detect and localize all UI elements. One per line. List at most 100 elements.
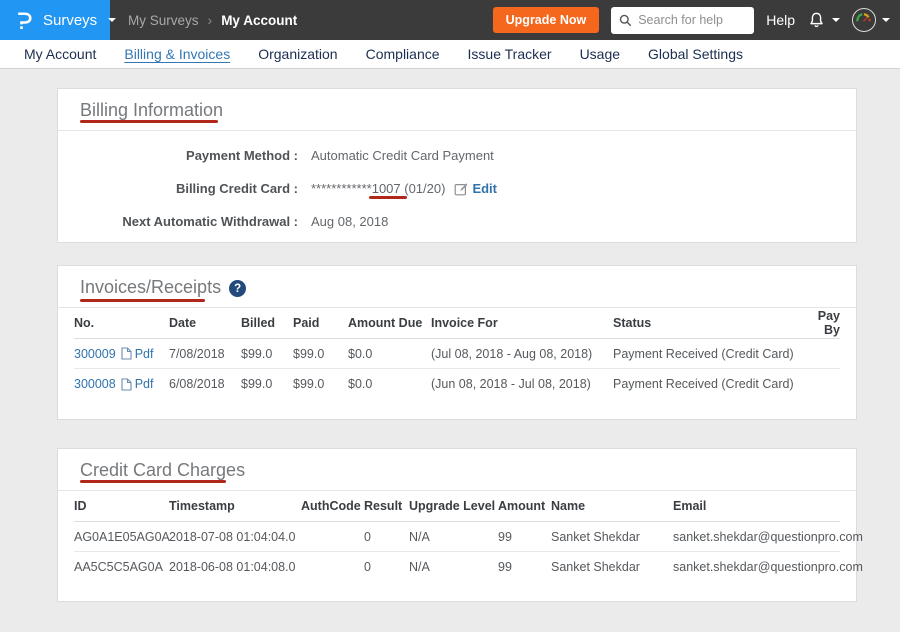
help-search — [611, 7, 754, 34]
tab-organization[interactable]: Organization — [244, 46, 351, 62]
pdf-file-icon — [121, 347, 132, 360]
cell-name: Sanket Shekdar — [551, 530, 673, 544]
charges-table-header: ID Timestamp AuthCode Result Upgrade Lev… — [74, 491, 840, 522]
section-title: Credit Card Charges — [80, 460, 245, 481]
cell-status: Payment Received (Credit Card) — [613, 347, 801, 361]
next-withdrawal-row: Next Automatic Withdrawal : Aug 08, 2018 — [58, 205, 856, 238]
col-date: Date — [169, 316, 241, 330]
section-title: Invoices/Receipts — [80, 277, 221, 298]
pdf-link-label: Pdf — [135, 377, 154, 391]
cell-billed: $99.0 — [241, 377, 293, 391]
col-billed: Billed — [241, 316, 293, 330]
col-result: Result — [364, 499, 409, 513]
next-withdrawal-label: Next Automatic Withdrawal : — [74, 214, 298, 229]
col-amount: Amount — [498, 499, 551, 513]
cell-amount: 99 — [498, 530, 551, 544]
col-status: Status — [613, 316, 801, 330]
billing-page: Surveys My Surveys › My Account Upgrade … — [0, 0, 900, 632]
invoice-number-link[interactable]: 300008 — [74, 377, 116, 391]
help-tooltip-icon[interactable]: ? — [229, 280, 246, 297]
pdf-link-label: Pdf — [135, 347, 154, 361]
billing-information-header: Billing Information — [58, 89, 856, 131]
breadcrumb-separator-icon: › — [208, 12, 213, 28]
pdf-file-icon — [121, 378, 132, 391]
billing-details: Payment Method : Automatic Credit Card P… — [58, 131, 856, 238]
cell-billed: $99.0 — [241, 347, 293, 361]
section-title: Billing Information — [80, 100, 223, 121]
payment-method-value: Automatic Credit Card Payment — [311, 148, 494, 163]
col-email: Email — [673, 499, 840, 513]
col-timestamp: Timestamp — [169, 499, 301, 513]
invoice-row: 300009 Pdf 7/08/2018 $99.0 $99.0 $0 — [74, 339, 840, 369]
chevron-down-icon — [832, 18, 840, 22]
search-input[interactable] — [638, 13, 743, 27]
cell-name: Sanket Shekdar — [551, 560, 673, 574]
annotation-underline — [80, 120, 218, 123]
col-paid: Paid — [293, 316, 348, 330]
billing-credit-card-value: ************1007 (01/20) — [311, 181, 445, 196]
next-withdrawal-value: Aug 08, 2018 — [311, 214, 388, 229]
edit-pencil-icon — [454, 182, 468, 196]
cell-amount: 99 — [498, 560, 551, 574]
invoice-pdf-link[interactable]: Pdf — [121, 347, 154, 361]
annotation-underline — [369, 196, 407, 199]
account-menu-button[interactable] — [852, 8, 890, 32]
topbar-actions: Upgrade Now Help — [493, 7, 900, 34]
billing-credit-card-row: Billing Credit Card : ************1007 (… — [58, 172, 856, 205]
cell-invoice-for: (Jul 08, 2018 - Aug 08, 2018) — [431, 347, 613, 361]
breadcrumb: My Surveys › My Account — [128, 12, 297, 28]
breadcrumb-current: My Account — [221, 13, 297, 28]
annotation-underline — [80, 299, 205, 302]
upgrade-now-button[interactable]: Upgrade Now — [493, 7, 600, 33]
product-label: Surveys — [43, 12, 97, 29]
account-nav-tabs: My Account Billing & Invoices Organizati… — [0, 40, 900, 69]
col-invoice-for: Invoice For — [431, 316, 613, 330]
tab-my-account[interactable]: My Account — [10, 46, 110, 62]
invoice-number-link[interactable]: 300009 — [74, 347, 116, 361]
cell-email: sanket.shekdar@questionpro.com — [673, 560, 863, 574]
invoices-table-header: No. Date Billed Paid Amount Due Invoice … — [74, 308, 840, 339]
invoices-table: No. Date Billed Paid Amount Due Invoice … — [58, 308, 856, 399]
chevron-down-icon — [108, 18, 116, 22]
charge-row: AA5C5C5AG0A 2018-06-08 01:04:08.0 0 N/A … — [74, 552, 840, 582]
tab-compliance[interactable]: Compliance — [352, 46, 454, 62]
col-name: Name — [551, 499, 673, 513]
tab-issue-tracker[interactable]: Issue Tracker — [454, 46, 566, 62]
edit-credit-card-button[interactable]: Edit — [454, 181, 497, 196]
search-icon — [619, 14, 632, 27]
cell-upgrade-level: N/A — [409, 560, 498, 574]
bell-icon — [807, 11, 826, 30]
col-pay-by: Pay By — [801, 309, 840, 337]
annotation-underline — [80, 480, 226, 483]
tab-global-settings[interactable]: Global Settings — [634, 46, 757, 62]
credit-card-charges-card: Credit Card Charges ID Timestamp AuthCod… — [57, 448, 857, 602]
edit-link-label: Edit — [472, 181, 497, 196]
cell-timestamp: 2018-07-08 01:04:04.0 — [169, 530, 301, 544]
col-upgrade-level: Upgrade Level — [409, 499, 498, 513]
tab-usage[interactable]: Usage — [566, 46, 634, 62]
cell-paid: $99.0 — [293, 347, 348, 361]
cell-invoice-for: (Jun 08, 2018 - Jul 08, 2018) — [431, 377, 613, 391]
invoice-pdf-link[interactable]: Pdf — [121, 377, 154, 391]
tab-billing-invoices[interactable]: Billing & Invoices — [110, 46, 244, 62]
breadcrumb-parent[interactable]: My Surveys — [128, 13, 199, 28]
cell-status: Payment Received (Credit Card) — [613, 377, 801, 391]
billing-credit-card-label: Billing Credit Card : — [74, 181, 298, 196]
cell-amount-due: $0.0 — [348, 377, 431, 391]
invoice-row: 300008 Pdf 6/08/2018 $99.0 $99.0 $0 — [74, 369, 840, 399]
cell-email: sanket.shekdar@questionpro.com — [673, 530, 863, 544]
cell-amount-due: $0.0 — [348, 347, 431, 361]
help-link[interactable]: Help — [766, 12, 795, 28]
cell-upgrade-level: N/A — [409, 530, 498, 544]
questionpro-logo-icon — [14, 10, 34, 30]
avatar — [852, 8, 876, 32]
col-authcode: AuthCode — [301, 499, 364, 513]
top-bar: Surveys My Surveys › My Account Upgrade … — [0, 0, 900, 40]
charge-row: AG0A1E05AG0A 2018-07-08 01:04:04.0 0 N/A… — [74, 522, 840, 552]
notifications-button[interactable] — [807, 11, 840, 30]
charges-header: Credit Card Charges — [58, 449, 856, 491]
col-amount-due: Amount Due — [348, 316, 431, 330]
product-switcher[interactable]: Surveys — [0, 0, 110, 40]
chevron-down-icon — [882, 18, 890, 22]
cell-date: 7/08/2018 — [169, 347, 241, 361]
